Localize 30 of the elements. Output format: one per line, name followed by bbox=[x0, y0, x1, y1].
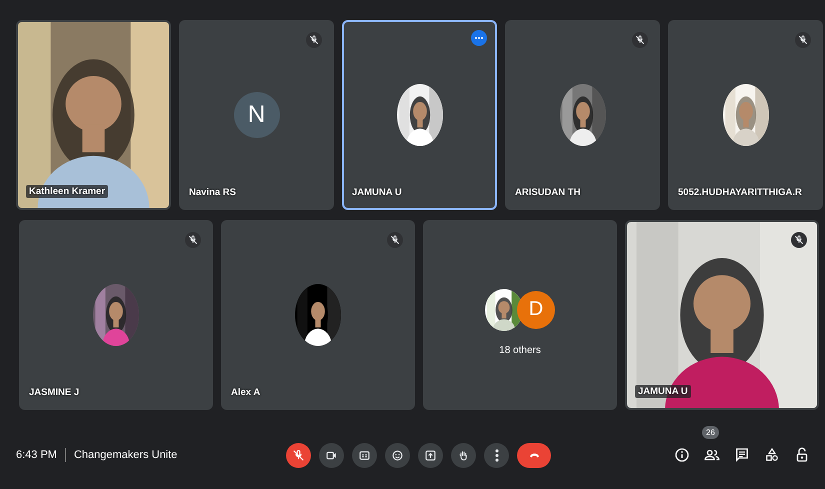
meeting-title: Changemakers Unite bbox=[74, 449, 178, 461]
more-options-button[interactable] bbox=[484, 442, 509, 468]
emoji-icon bbox=[390, 448, 405, 462]
leave-call-button[interactable] bbox=[517, 442, 551, 468]
participant-name: ARISUDAN TH bbox=[515, 187, 580, 198]
avatar: D bbox=[517, 290, 555, 328]
participant-name: Navina RS bbox=[189, 187, 236, 198]
more-options-icon bbox=[494, 448, 498, 462]
present-button[interactable] bbox=[418, 442, 443, 468]
shapes-icon bbox=[763, 446, 781, 464]
present-screen-icon bbox=[423, 448, 438, 462]
microphone-off-icon bbox=[291, 448, 306, 462]
reactions-button[interactable] bbox=[385, 442, 410, 468]
participant-name: Kathleen Kramer bbox=[26, 185, 108, 198]
participant-name: JAMUNA U bbox=[352, 187, 402, 198]
mic-button[interactable] bbox=[286, 442, 311, 468]
more-options-button[interactable] bbox=[471, 30, 487, 46]
others-count: 18 others bbox=[499, 344, 541, 356]
participant-name: JASMINE J bbox=[29, 387, 80, 398]
raise-hand-button[interactable] bbox=[451, 442, 476, 468]
avatar: N bbox=[234, 92, 280, 138]
participant-name: 5052.HUDHAYARITTHIGA.R bbox=[678, 187, 802, 198]
chat-icon bbox=[733, 446, 751, 464]
info-icon bbox=[673, 446, 691, 464]
camera-button[interactable] bbox=[319, 442, 344, 468]
meeting-time: 6:43 PM bbox=[16, 449, 57, 461]
participant-name: JAMUNA U bbox=[635, 385, 691, 398]
participant-count-badge: 26 bbox=[702, 426, 719, 439]
participant-name: Alex A bbox=[231, 387, 260, 398]
captions-button[interactable] bbox=[352, 442, 377, 468]
